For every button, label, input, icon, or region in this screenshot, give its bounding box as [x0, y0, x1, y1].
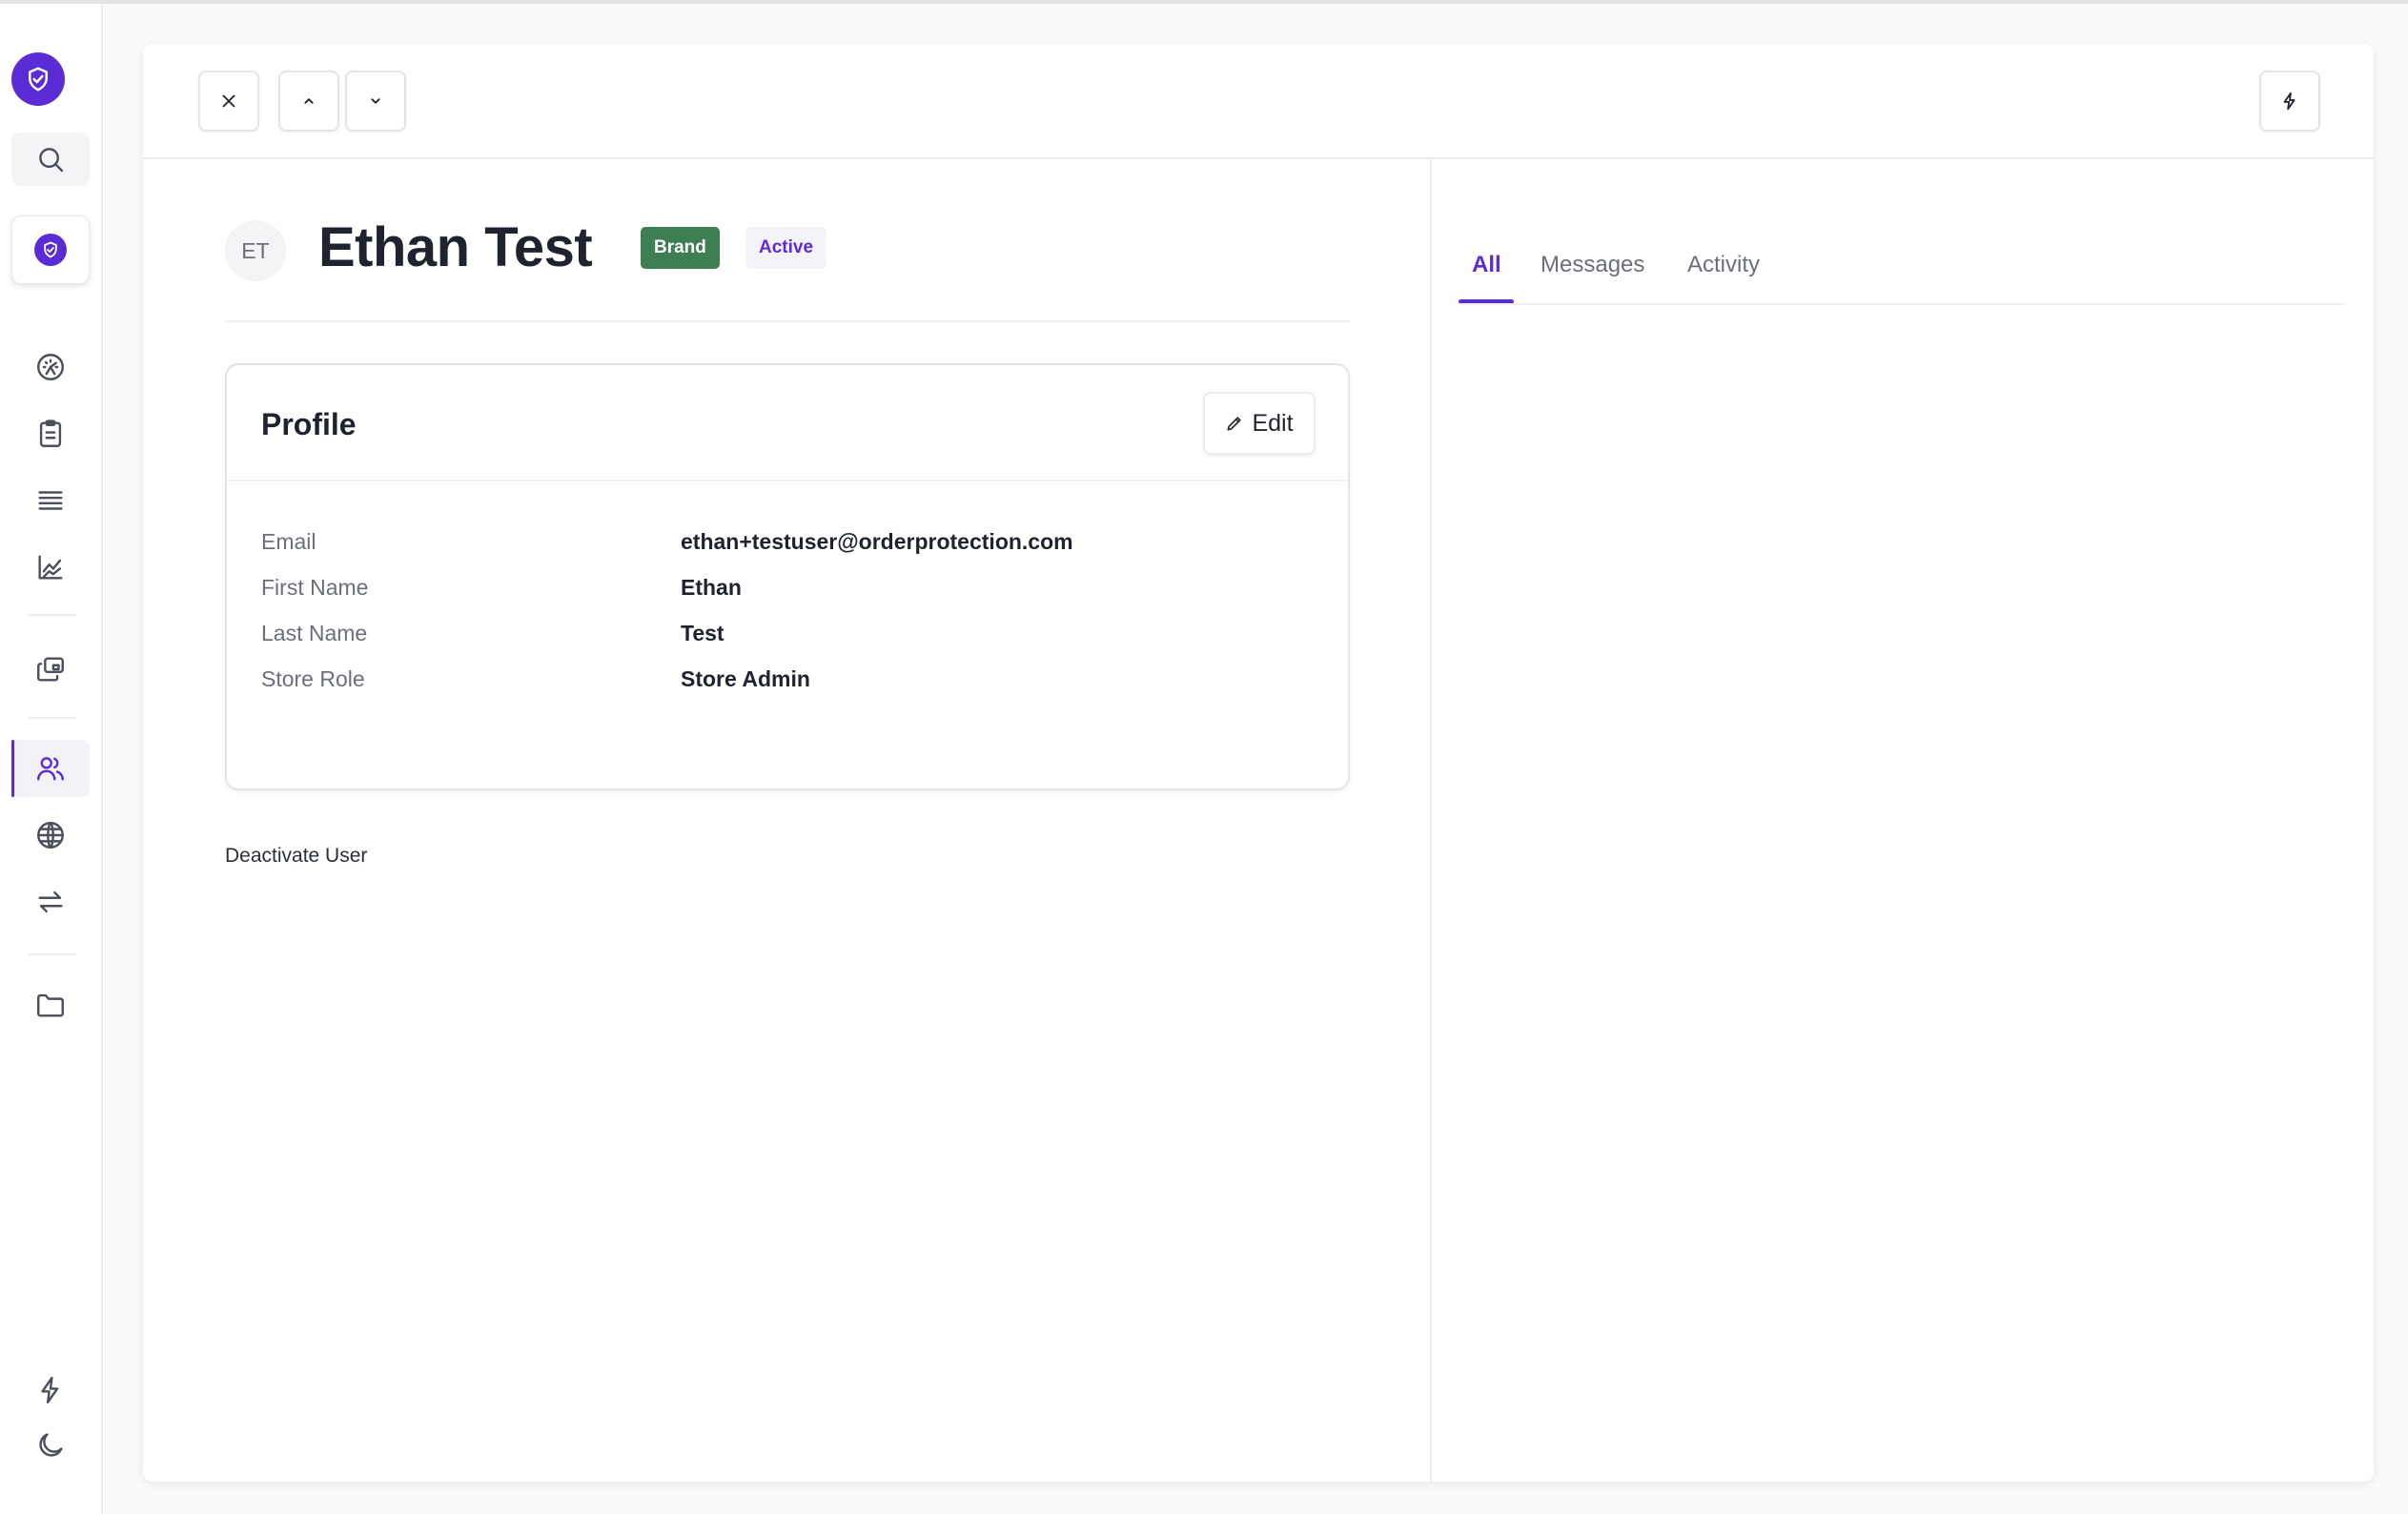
page-title: Ethan Test — [318, 216, 593, 278]
sidebar-separator — [29, 614, 76, 616]
image-stack-icon — [37, 657, 64, 682]
edit-button-label: Edit — [1252, 409, 1294, 437]
moon-icon — [39, 1433, 63, 1457]
lightning-icon — [41, 1377, 59, 1403]
status-badge: Active — [745, 227, 827, 269]
field-value: Store Admin — [681, 666, 810, 691]
profile-field-email: Email ethan+testuser@orderprotection.com — [261, 529, 1310, 558]
profile-card: Profile Edit Email ethan+testuser@orderp… — [225, 363, 1350, 790]
field-label: Email — [261, 529, 316, 554]
profile-card-title: Profile — [261, 407, 357, 441]
chart-line-icon — [38, 555, 63, 580]
sidebar-item-list[interactable] — [11, 472, 90, 529]
chevron-down-icon — [371, 98, 380, 104]
search-button[interactable] — [11, 133, 90, 186]
field-label: Store Role — [261, 666, 365, 691]
previous-button[interactable] — [278, 71, 339, 132]
profile-field-first-name: First Name Ethan — [261, 575, 1310, 604]
edit-profile-button[interactable]: Edit — [1203, 392, 1316, 455]
sidebar-item-global[interactable] — [11, 807, 90, 864]
field-value: Ethan — [681, 575, 742, 600]
tab-all[interactable]: All — [1472, 252, 1501, 278]
profile-field-store-role: Store Role Store Admin — [261, 666, 1310, 695]
sidebar-item-files[interactable] — [11, 976, 90, 1033]
sidebar-item-analytics[interactable] — [11, 539, 90, 596]
close-button[interactable] — [198, 71, 259, 132]
dashboard-gauge-icon — [37, 354, 64, 380]
user-detail-panel: ET Ethan Test Brand Active Profile Edit … — [143, 44, 2374, 1482]
sidebar-item-transfers[interactable] — [11, 873, 90, 931]
field-label: First Name — [261, 575, 369, 600]
app-logo[interactable] — [11, 52, 65, 106]
shield-check-icon — [29, 67, 48, 92]
tab-activity[interactable]: Activity — [1687, 252, 1760, 278]
field-label: Last Name — [261, 621, 368, 645]
brand-badge: Brand — [641, 227, 720, 269]
activity-tabs: All Messages Activity — [1459, 196, 2345, 307]
close-icon — [222, 94, 235, 108]
clipboard-icon — [39, 419, 62, 447]
avatar: ET — [225, 220, 286, 281]
tab-messages[interactable]: Messages — [1541, 252, 1644, 278]
panel-divider — [1430, 159, 1432, 1482]
lightning-icon — [2283, 92, 2296, 111]
list-rows-icon — [38, 491, 63, 510]
tabs-divider — [1459, 303, 2345, 305]
dark-mode-toggle[interactable] — [11, 1417, 90, 1474]
actions-button[interactable] — [2259, 71, 2320, 132]
folder-icon — [37, 993, 64, 1017]
profile-field-last-name: Last Name Test — [261, 621, 1310, 649]
sidebar-separator — [29, 953, 76, 955]
store-shield-icon — [34, 234, 67, 266]
search-icon — [39, 148, 64, 173]
sidebar-item-media[interactable] — [11, 641, 90, 698]
card-divider — [227, 480, 1348, 481]
field-value: Test — [681, 621, 724, 645]
pencil-icon — [1227, 417, 1242, 431]
panel-toolbar — [143, 44, 2374, 159]
sidebar — [0, 4, 103, 1514]
sidebar-item-orders[interactable] — [11, 405, 90, 462]
users-icon — [37, 757, 64, 781]
next-button[interactable] — [345, 71, 406, 132]
deactivate-user-link[interactable]: Deactivate User — [225, 845, 367, 868]
globe-icon — [37, 822, 64, 849]
sidebar-item-dashboard[interactable] — [11, 338, 90, 396]
field-value: ethan+testuser@orderprotection.com — [681, 529, 1073, 554]
sidebar-item-automations[interactable] — [11, 1361, 90, 1419]
arrows-swap-icon — [38, 890, 63, 913]
sidebar-item-users[interactable] — [11, 740, 90, 797]
chevron-up-icon — [304, 98, 314, 104]
store-switcher[interactable] — [11, 215, 90, 284]
header-divider — [225, 320, 1350, 322]
top-border — [0, 0, 2408, 4]
sidebar-separator — [29, 717, 76, 719]
